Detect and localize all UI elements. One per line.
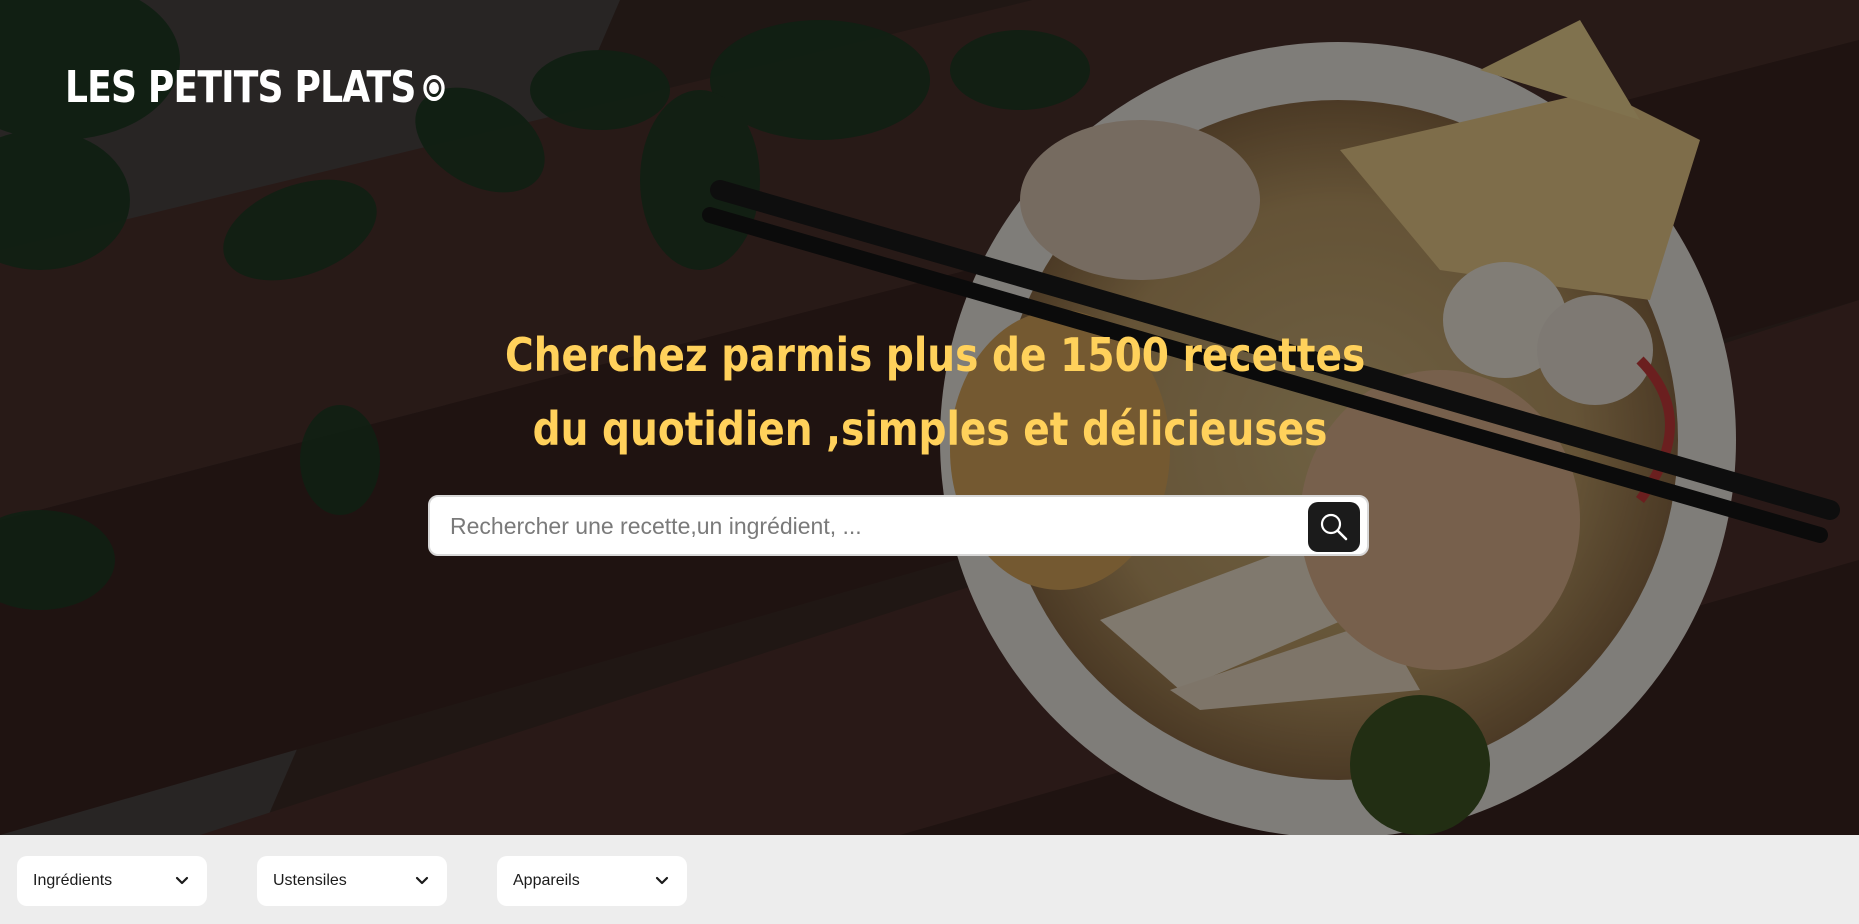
filter-label: Appareils <box>513 872 580 889</box>
chevron-down-icon <box>415 876 429 885</box>
search-button[interactable] <box>1308 502 1360 552</box>
filter-label: Ingrédients <box>33 872 113 889</box>
search-input[interactable] <box>448 497 1292 556</box>
headline-line-1: Cherchez parmis plus de 1500 recettes <box>505 328 1366 382</box>
chevron-down-icon <box>175 876 189 885</box>
circle-dot-icon <box>423 74 446 101</box>
filter-dropdown-ustensiles[interactable]: Ustensiles <box>257 856 447 906</box>
chevron-down-icon <box>655 876 669 885</box>
hero-banner: LES PETITS PLATS Cherchez parmis plus de… <box>0 0 1859 835</box>
filter-dropdown-appareils[interactable]: Appareils <box>497 856 687 906</box>
headline-line-2: du quotidien ,simples et délicieuses <box>532 402 1328 456</box>
filter-dropdown-ingredients[interactable]: Ingrédients <box>17 856 207 906</box>
logo-text: LES PETITS PLATS <box>65 62 416 113</box>
hero-headline: Cherchez parmis plus de 1500 recettes du… <box>505 318 1366 466</box>
site-logo[interactable]: LES PETITS PLATS <box>65 62 446 113</box>
filter-bar: Ingrédients Ustensiles Appareils <box>0 835 1859 924</box>
search-icon <box>1320 513 1348 541</box>
filter-label: Ustensiles <box>273 872 347 889</box>
search-bar <box>428 495 1369 556</box>
